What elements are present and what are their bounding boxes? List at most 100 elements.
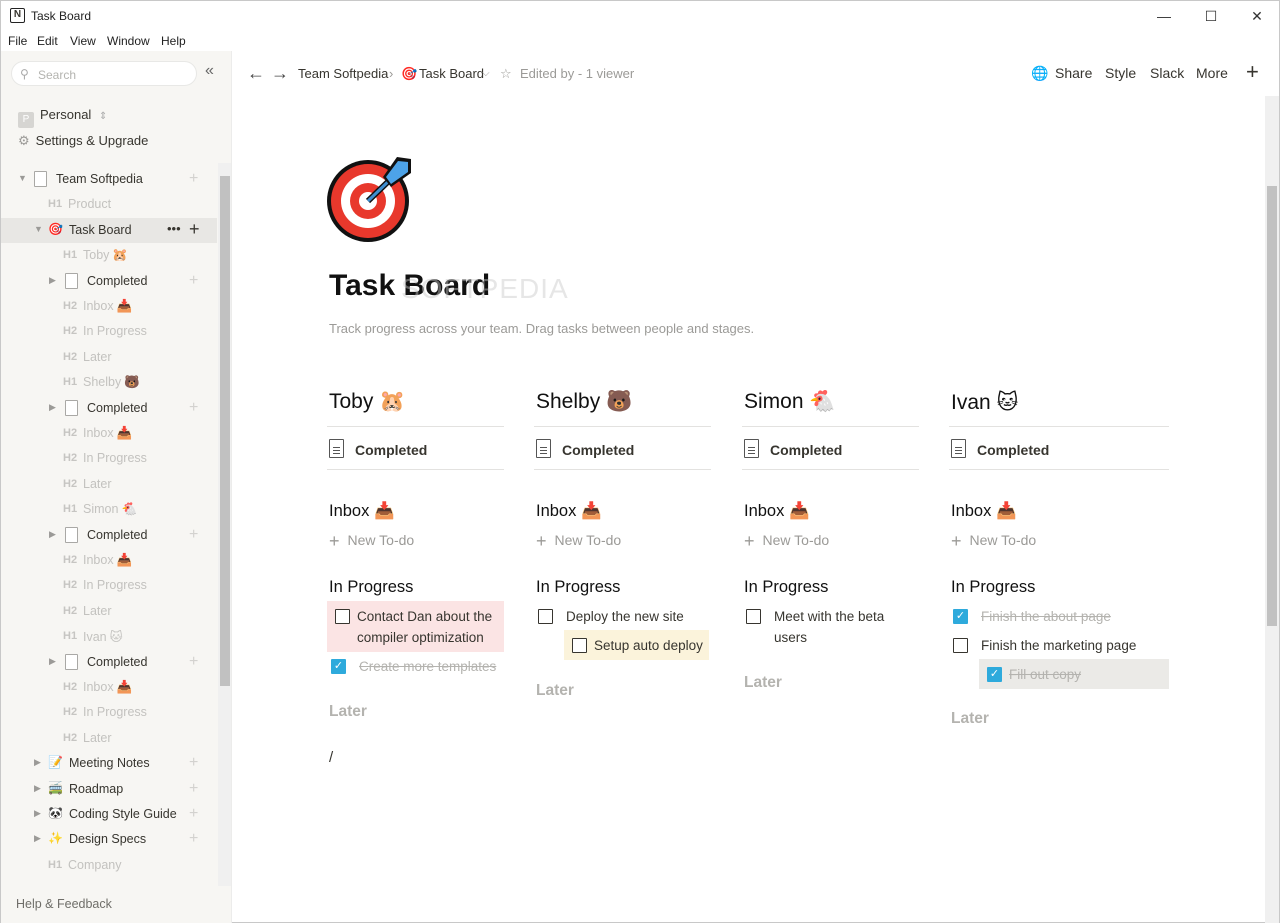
expand-down-icon[interactable]: ▼	[34, 224, 43, 234]
expand-right-icon[interactable]: ▶	[34, 808, 41, 819]
sidebar-item-inbox[interactable]: H2 Inbox 📥	[1, 421, 217, 446]
menu-window[interactable]: Window	[107, 34, 150, 48]
back-arrow-icon[interactable]: ←	[247, 63, 265, 84]
add-subpage-icon[interactable]: +	[189, 805, 198, 823]
checkbox[interactable]	[953, 638, 968, 653]
sidebar-item-task-board[interactable]: ▼ 🎯 Task Board ••• +	[1, 217, 217, 243]
globe-icon[interactable]: 🌐	[1031, 65, 1048, 82]
column-heading[interactable]: Shelby 🐻	[536, 390, 632, 414]
menu-view[interactable]: View	[70, 34, 96, 48]
todo-text[interactable]: Create more templates	[359, 656, 504, 677]
sidebar-item-company[interactable]: H1 Company	[1, 853, 217, 878]
menu-edit[interactable]: Edit	[37, 34, 58, 48]
todo-item[interactable]: ✓ Fill out copy	[979, 659, 1169, 689]
breadcrumb-page[interactable]: Task Board	[419, 66, 484, 81]
todo-item[interactable]: Setup auto deploy	[564, 630, 709, 660]
checkbox[interactable]	[572, 638, 587, 653]
search-input[interactable]: ⚲ Search	[11, 61, 197, 86]
checked-checkbox[interactable]: ✓	[953, 609, 968, 624]
todo-text[interactable]: Meet with the beta users	[774, 606, 917, 648]
new-todo-button[interactable]: + New To-do	[951, 531, 1036, 552]
todo-text[interactable]: Finish the marketing page	[981, 635, 1169, 656]
menu-help[interactable]: Help	[161, 34, 186, 48]
column-heading[interactable]: Simon 🐔	[744, 390, 836, 414]
todo-text[interactable]: Setup auto deploy	[594, 635, 705, 656]
sidebar-item-in-progress[interactable]: H2 In Progress	[1, 573, 217, 598]
sidebar-item-shelby[interactable]: H1 Shelby 🐻	[1, 370, 217, 395]
slack-button[interactable]: Slack	[1150, 65, 1184, 81]
add-subpage-icon[interactable]: +	[189, 526, 198, 544]
in-progress-heading[interactable]: In Progress	[744, 578, 828, 597]
todo-item[interactable]: Finish the marketing page	[953, 635, 1173, 656]
sidebar-scroll-thumb[interactable]	[220, 176, 230, 686]
close-button[interactable]: ✕	[1234, 1, 1280, 31]
workspace-switcher[interactable]: P Personal ⇕	[18, 107, 107, 128]
maximize-button[interactable]: ☐	[1188, 1, 1234, 31]
sidebar-item-team-softpedia[interactable]: ▼ Team Softpedia +	[1, 167, 217, 192]
add-page-icon[interactable]: +	[1246, 59, 1259, 85]
add-subpage-icon[interactable]: +	[189, 170, 198, 188]
later-heading[interactable]: Later	[536, 682, 574, 700]
sidebar-item-in-progress[interactable]: H2 In Progress	[1, 319, 217, 344]
menu-file[interactable]: File	[8, 34, 27, 48]
expand-right-icon[interactable]: ▶	[49, 656, 56, 667]
todo-item[interactable]: Contact Dan about the compiler optimizat…	[327, 601, 504, 652]
later-heading[interactable]: Later	[744, 674, 782, 692]
sidebar-item-completed[interactable]: ▶ Completed +	[1, 269, 217, 294]
later-heading[interactable]: Later	[951, 710, 989, 728]
page-description[interactable]: Track progress across your team. Drag ta…	[329, 321, 754, 336]
expand-down-icon[interactable]: ▼	[18, 173, 27, 183]
column-heading[interactable]: Ivan 🐱	[951, 390, 1018, 415]
sidebar-item-inbox[interactable]: H2 Inbox 📥	[1, 294, 217, 319]
in-progress-heading[interactable]: In Progress	[536, 578, 620, 597]
expand-right-icon[interactable]: ▶	[34, 783, 41, 794]
breadcrumb-workspace[interactable]: Team Softpedia	[298, 66, 388, 81]
sidebar-item-completed[interactable]: ▶ Completed +	[1, 396, 217, 421]
sidebar-item-later[interactable]: H2 Later	[1, 472, 217, 497]
new-todo-button[interactable]: + New To-do	[536, 531, 621, 552]
inbox-heading[interactable]: Inbox 📥	[329, 502, 395, 521]
sidebar-item-product[interactable]: H1 Product	[1, 192, 217, 217]
add-subpage-icon[interactable]: +	[189, 780, 198, 798]
sidebar-item-coding-style-guide[interactable]: ▶ 🐼 Coding Style Guide +	[1, 802, 217, 827]
inbox-heading[interactable]: Inbox 📥	[744, 502, 810, 521]
sidebar-item-later[interactable]: H2 Later	[1, 726, 217, 751]
more-dots-icon[interactable]: •••	[167, 221, 181, 236]
inbox-heading[interactable]: Inbox 📥	[536, 502, 602, 521]
checked-checkbox[interactable]: ✓	[987, 667, 1002, 682]
todo-text[interactable]: Contact Dan about the compiler optimizat…	[357, 606, 500, 648]
expand-right-icon[interactable]: ▶	[49, 275, 56, 286]
sidebar-item-in-progress[interactable]: H2 In Progress	[1, 700, 217, 725]
expand-right-icon[interactable]: ▶	[49, 402, 56, 413]
sidebar-item-later[interactable]: H2 Later	[1, 345, 217, 370]
sidebar-item-simon[interactable]: H1 Simon 🐔	[1, 497, 217, 522]
todo-item[interactable]: ✓ Create more templates	[331, 656, 508, 677]
more-button[interactable]: More	[1196, 65, 1228, 81]
expand-right-icon[interactable]: ▶	[49, 529, 56, 540]
sidebar-item-completed[interactable]: ▶ Completed +	[1, 650, 217, 675]
content-scroll-thumb[interactable]	[1267, 186, 1277, 626]
collapse-sidebar-icon[interactable]: «	[205, 62, 214, 80]
add-subpage-icon[interactable]: +	[189, 754, 198, 772]
checkbox[interactable]	[746, 609, 761, 624]
todo-text[interactable]: Fill out copy	[1009, 664, 1165, 685]
add-subpage-icon[interactable]: +	[189, 830, 198, 848]
settings-upgrade[interactable]: ⚙ Settings & Upgrade	[18, 133, 148, 149]
star-icon[interactable]: ☆	[500, 66, 512, 82]
minimize-button[interactable]: —	[1141, 1, 1187, 31]
slash-command-line[interactable]: /	[329, 749, 333, 766]
expand-right-icon[interactable]: ▶	[34, 757, 41, 768]
later-heading[interactable]: Later	[329, 703, 367, 721]
in-progress-heading[interactable]: In Progress	[329, 578, 413, 597]
sidebar-item-design-specs[interactable]: ▶ ✨ Design Specs +	[1, 827, 217, 852]
checkbox[interactable]	[335, 609, 350, 624]
sidebar-item-roadmap[interactable]: ▶ 🚎 Roadmap +	[1, 777, 217, 802]
sidebar-item-inbox[interactable]: H2 Inbox 📥	[1, 675, 217, 700]
style-button[interactable]: Style	[1105, 65, 1136, 81]
chevron-down-icon[interactable]: ⌵	[482, 68, 490, 79]
add-subpage-icon[interactable]: +	[189, 653, 198, 671]
inbox-heading[interactable]: Inbox 📥	[951, 502, 1017, 521]
todo-text[interactable]: Finish the about page	[981, 606, 1169, 627]
forward-arrow-icon[interactable]: →	[271, 63, 289, 84]
sidebar-item-in-progress[interactable]: H2 In Progress	[1, 446, 217, 471]
